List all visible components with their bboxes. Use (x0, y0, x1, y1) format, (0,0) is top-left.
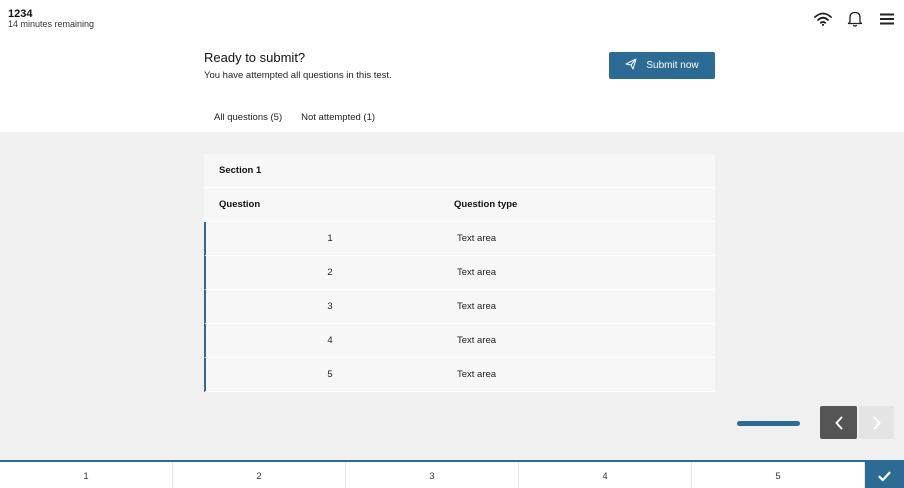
section-header: Section 1 (204, 154, 715, 188)
question-filter-tabs: All questions (5) Not attempted (1) (214, 112, 375, 123)
nav-question-1[interactable]: 1 (0, 462, 173, 488)
column-header-question: Question (219, 199, 261, 210)
previous-button[interactable] (820, 406, 857, 439)
table-row[interactable]: 4 Text area (204, 324, 715, 358)
header: 1234 14 minutes remaining Ready to submi… (0, 0, 904, 132)
column-header-question-type: Question type (454, 199, 518, 210)
question-number: 5 (327, 369, 333, 380)
tab-all-questions[interactable]: All questions (5) (214, 112, 282, 123)
submit-now-button[interactable]: Submit now (609, 52, 715, 79)
question-number: 3 (327, 301, 333, 312)
time-remaining: 14 minutes remaining (8, 19, 95, 30)
table-row[interactable]: 3 Text area (204, 290, 715, 324)
questions-table: Section 1 Question Question type 1 Text … (204, 154, 715, 392)
question-type: Text area (457, 267, 497, 278)
question-type: Text area (457, 301, 497, 312)
check-icon (878, 471, 891, 481)
test-review-page: 1234 14 minutes remaining Ready to submi… (0, 0, 904, 488)
question-number: 4 (327, 335, 333, 346)
submit-message: You have attempted all questions in this… (204, 70, 392, 81)
candidate-info: 1234 14 minutes remaining (8, 8, 94, 30)
send-icon (625, 58, 637, 73)
wifi-icon[interactable] (814, 10, 832, 28)
question-number: 1 (327, 233, 333, 244)
chevron-right-icon (873, 416, 880, 429)
chevron-left-icon (835, 416, 842, 429)
nav-question-3[interactable]: 3 (346, 462, 519, 488)
menu-icon[interactable] (878, 10, 896, 28)
nav-question-2[interactable]: 2 (173, 462, 346, 488)
question-navigation-bar: 1 2 3 4 5 (0, 460, 904, 488)
review-submit-button[interactable] (865, 462, 904, 488)
question-type: Text area (457, 233, 497, 244)
submit-title: Ready to submit? (204, 50, 306, 65)
table-row[interactable]: 5 Text area (204, 358, 715, 392)
bell-icon[interactable] (846, 10, 864, 28)
progress-indicator (737, 421, 800, 426)
header-icons (814, 10, 896, 28)
question-type: Text area (457, 369, 497, 380)
nav-question-5[interactable]: 5 (692, 462, 865, 488)
submit-panel: Ready to submit? You have attempted all … (204, 50, 392, 81)
submit-now-label: Submit now (646, 60, 699, 71)
table-row[interactable]: 1 Text area (204, 222, 715, 256)
next-button[interactable] (859, 406, 894, 439)
question-number: 2 (327, 267, 333, 278)
nav-question-4[interactable]: 4 (519, 462, 692, 488)
table-row[interactable]: 2 Text area (204, 256, 715, 290)
tab-not-attempted[interactable]: Not attempted (1) (301, 112, 375, 123)
table-header-row: Question Question type (204, 188, 715, 222)
question-type: Text area (457, 335, 497, 346)
